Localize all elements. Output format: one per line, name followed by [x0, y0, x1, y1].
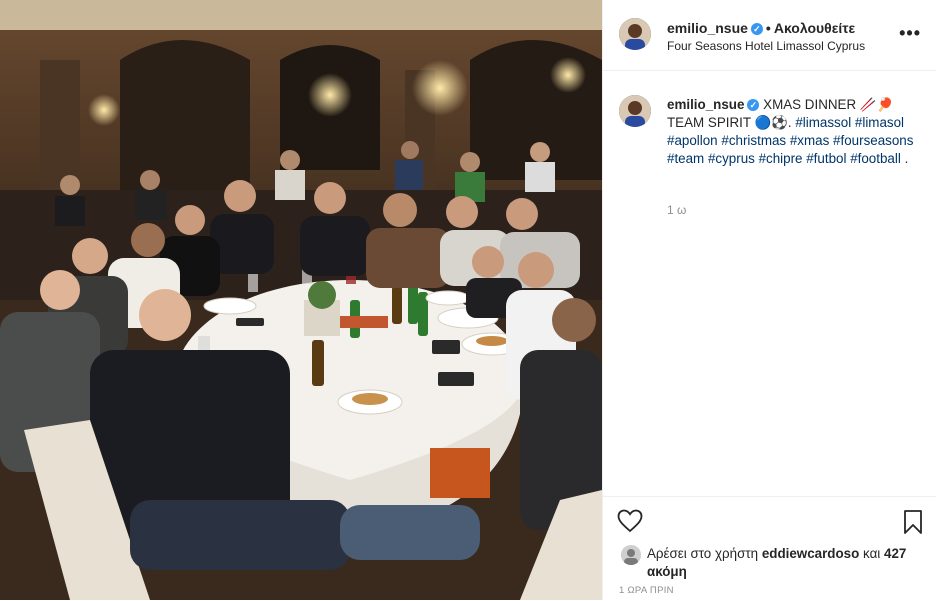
hashtag-link[interactable]: #christmas — [721, 133, 786, 148]
hashtag-link[interactable]: #xmas — [790, 133, 829, 148]
verified-badge-icon: ✓ — [747, 99, 760, 112]
location-link[interactable]: Four Seasons Hotel Limassol Cyprus — [667, 39, 865, 53]
hashtag-link[interactable]: #team — [667, 151, 704, 166]
caption-username[interactable]: emilio_nsue — [667, 97, 744, 112]
heart-icon[interactable] — [617, 509, 643, 538]
hashtag-link[interactable]: #chipre — [759, 151, 803, 166]
caption-trailing: . — [904, 151, 909, 166]
hashtag-link[interactable]: #futbol — [806, 151, 846, 166]
post-photo[interactable] — [0, 0, 602, 600]
author-username[interactable]: emilio_nsue — [667, 20, 748, 36]
hashtag-link[interactable]: #apollon — [667, 133, 718, 148]
hashtag-link[interactable]: #cyprus — [708, 151, 755, 166]
hashtag-link[interactable]: #fourseasons — [833, 133, 913, 148]
hashtag-link[interactable]: #limasol — [855, 115, 904, 130]
follow-status-button[interactable]: Ακολουθείτε — [774, 20, 855, 36]
post-caption: emilio_nsue ✓ XMAS DINNER 🥢🏓 TEAM SPIRIT … — [667, 96, 917, 168]
verified-badge-icon: ✓ — [750, 23, 763, 36]
likes-conjunction: και — [863, 546, 881, 561]
bookmark-icon[interactable] — [903, 509, 923, 540]
likes-prefix: Αρέσει στο χρήστη — [647, 546, 759, 561]
post-actions-section: Αρέσει στο χρήστη eddiewcardoso και 427 … — [603, 496, 936, 601]
caption-timestamp[interactable]: 1 ω — [667, 203, 686, 217]
posted-time[interactable]: 1 ΩΡΑ ΠΡΙΝ — [619, 585, 674, 596]
liker-username[interactable]: eddiewcardoso — [762, 546, 859, 561]
post-header: emilio_nsue ✓ • Ακολουθείτε Four Seasons Ho… — [603, 0, 936, 71]
author-avatar[interactable] — [619, 18, 651, 50]
liker-avatar[interactable] — [621, 545, 641, 565]
caption-author-avatar[interactable] — [619, 95, 651, 127]
group-dinner-photo — [0, 0, 602, 600]
post-details-panel: emilio_nsue ✓ • Ακολουθείτε Four Seasons Ho… — [602, 0, 936, 600]
header-user-line: emilio_nsue ✓ • Ακολουθείτε — [667, 20, 855, 36]
likes-summary: Αρέσει στο χρήστη eddiewcardoso και 427 … — [647, 545, 917, 581]
hashtag-link[interactable]: #football — [850, 151, 901, 166]
separator-dot: • — [765, 20, 771, 36]
more-options-icon[interactable]: ••• — [899, 24, 921, 42]
hashtag-link[interactable]: #limassol — [795, 115, 851, 130]
